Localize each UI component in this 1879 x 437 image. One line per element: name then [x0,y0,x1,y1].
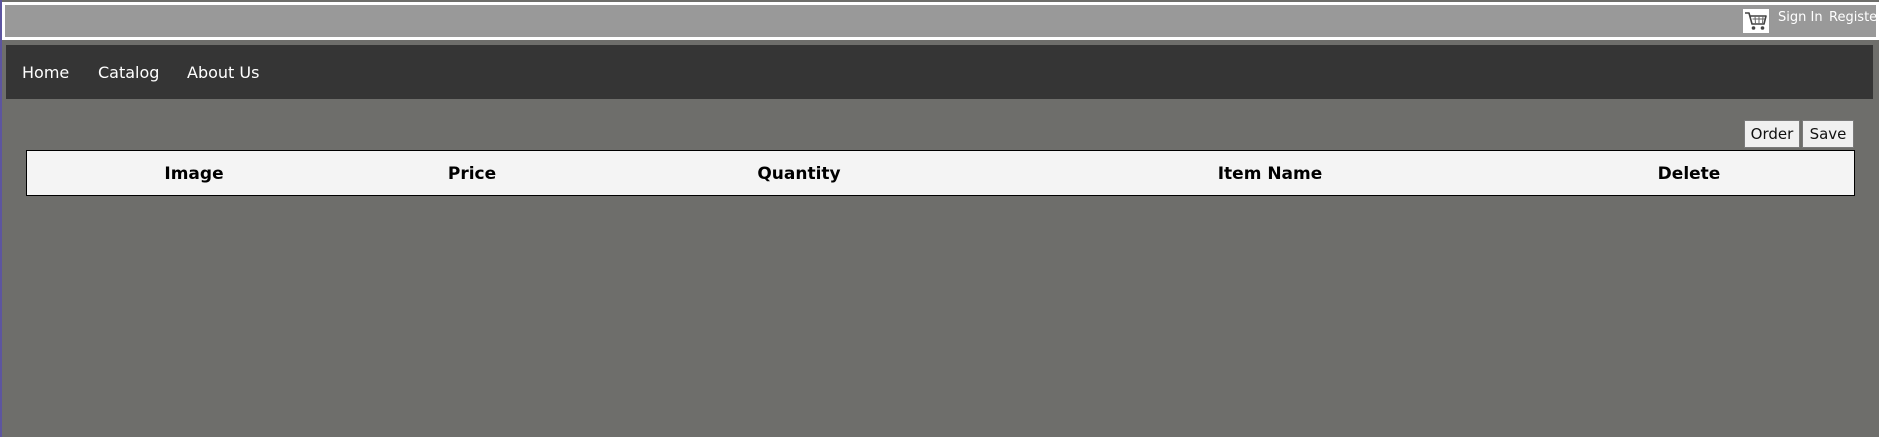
nav-item-about-us[interactable]: About Us [187,63,259,82]
column-header-item-name: Item Name [1217,164,1323,184]
sign-in-link[interactable]: Sign In [1778,10,1823,25]
window-left-edge [0,0,2,437]
nav-item-home[interactable]: Home [22,63,69,82]
column-header-price: Price [447,164,497,184]
cart-table: Image Price Quantity Item Name Delete [26,150,1855,196]
order-button[interactable]: Order [1744,120,1800,148]
register-link[interactable]: Register [1829,10,1879,25]
shopping-cart-icon[interactable] [1743,9,1769,33]
nav-item-catalog[interactable]: Catalog [98,63,159,82]
column-header-image: Image [164,164,224,184]
main-navigation: Home Catalog About Us [6,45,1873,99]
column-header-delete: Delete [1657,164,1721,184]
column-header-quantity: Quantity [757,164,841,184]
top-bar: Sign In Register [2,2,1879,40]
save-button[interactable]: Save [1802,120,1854,148]
